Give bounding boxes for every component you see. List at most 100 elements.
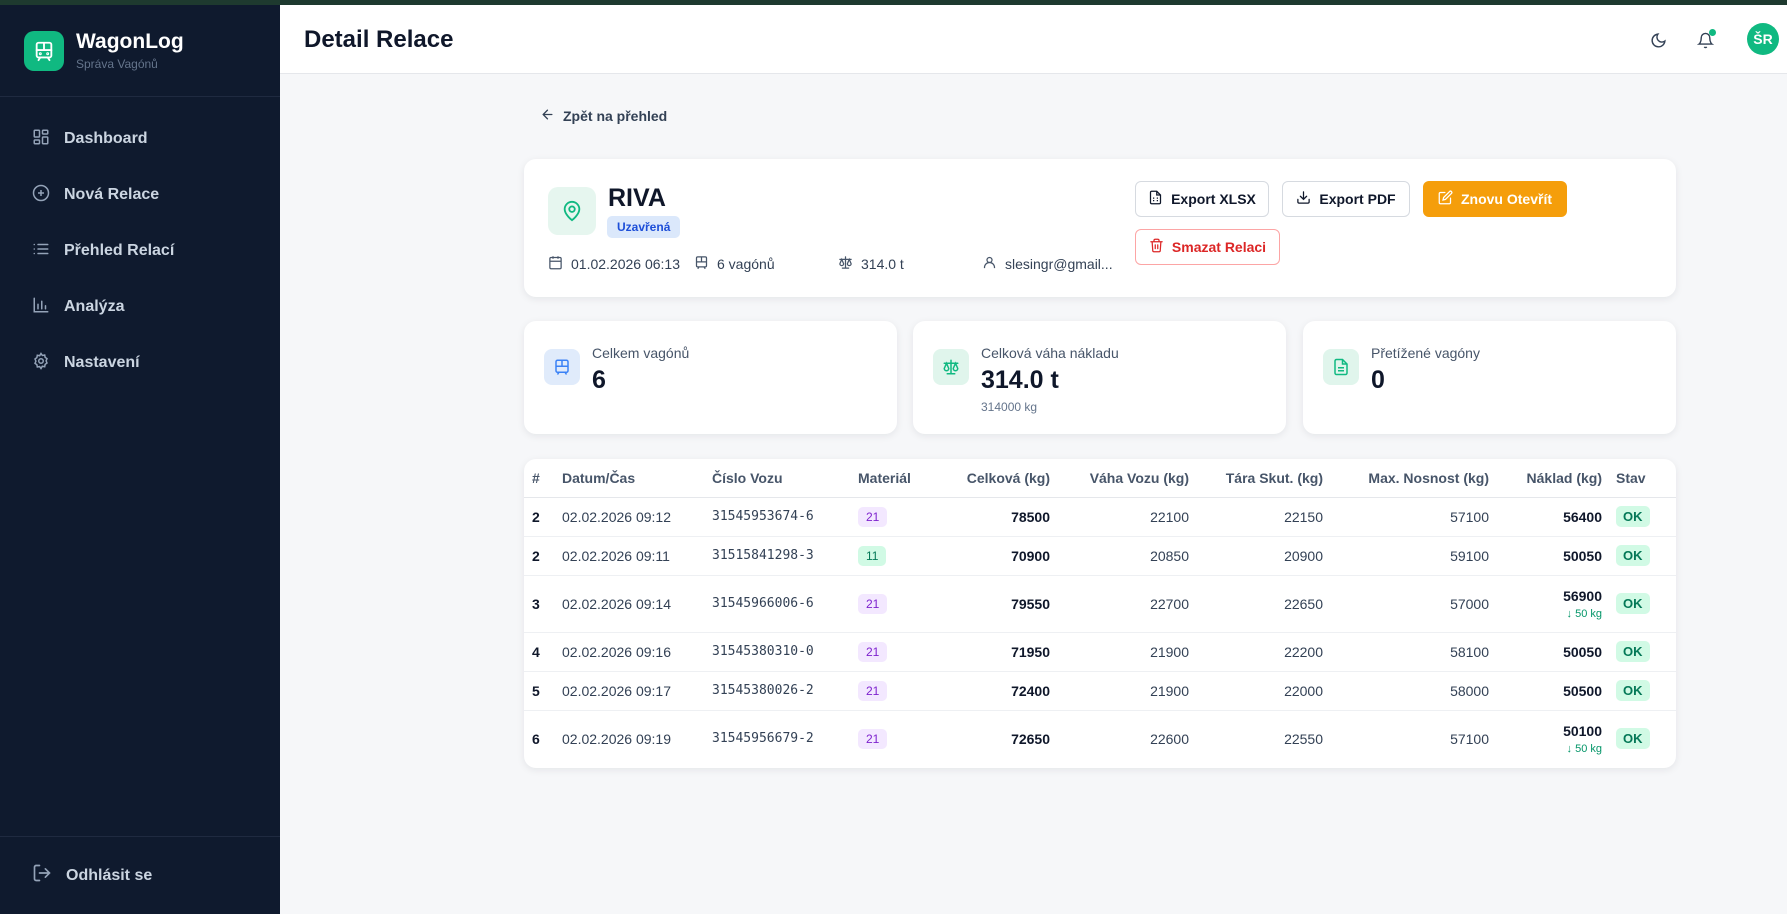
- load-value: 56400: [1563, 508, 1602, 525]
- cell-datetime: 02.02.2026 09:12: [562, 497, 712, 537]
- load-value: 50050: [1563, 643, 1602, 660]
- table-row[interactable]: 2 02.02.2026 09:11 31515841298-3 11 7090…: [524, 536, 1676, 576]
- cell-status: OK: [1602, 575, 1676, 633]
- status-badge: Uzavřená: [607, 216, 681, 238]
- cell-total: 78500: [938, 497, 1050, 537]
- material-badge: 21: [858, 506, 888, 527]
- cell-load: 56400: [1489, 497, 1602, 537]
- col-header[interactable]: Tára Skut. (kg): [1189, 459, 1323, 498]
- load-value: 50100: [1563, 722, 1602, 739]
- meta-datetime-text: 01.02.2026 06:13: [571, 256, 680, 272]
- cell-index: 3: [524, 575, 562, 633]
- sidebar-item-relations-overview[interactable]: Přehled Relací: [0, 223, 280, 279]
- load-delta: ↓ 50 kg: [1566, 742, 1602, 755]
- cell-wagon-weight: 21900: [1050, 632, 1189, 672]
- cell-status: OK: [1602, 536, 1676, 576]
- export-pdf-label: Export PDF: [1319, 191, 1396, 207]
- stat-label: Celková váha nákladu: [981, 345, 1119, 361]
- status-badge: OK: [1616, 641, 1650, 662]
- sidebar-item-analysis[interactable]: Analýza: [0, 279, 280, 335]
- bell-icon[interactable]: [1694, 29, 1716, 51]
- export-xlsx-button[interactable]: Export XLSX: [1135, 181, 1269, 217]
- bar-chart-icon: [32, 296, 64, 319]
- table-row[interactable]: 3 02.02.2026 09:14 31545966006-6 21 7955…: [524, 575, 1676, 633]
- col-header[interactable]: Váha Vozu (kg): [1050, 459, 1189, 498]
- back-link[interactable]: Zpět na přehled: [540, 107, 667, 125]
- stat-value: 0: [1371, 366, 1385, 394]
- export-pdf-button[interactable]: Export PDF: [1282, 181, 1410, 217]
- arrow-left-icon: [540, 107, 563, 125]
- user-icon: [982, 255, 1005, 273]
- cell-wagon-weight: 21900: [1050, 671, 1189, 711]
- load-value: 50050: [1563, 547, 1602, 564]
- cell-load: 50050: [1489, 632, 1602, 672]
- cell-index: 2: [524, 497, 562, 537]
- status-badge: OK: [1616, 545, 1650, 566]
- app-subtitle: Správa Vagónů: [76, 57, 158, 71]
- cell-max-capacity: 58000: [1323, 671, 1489, 711]
- cell-car-number: 31545953674-6: [712, 497, 858, 537]
- col-header[interactable]: Stav: [1602, 459, 1676, 498]
- material-badge: 21: [858, 641, 888, 662]
- sidebar-nav: Dashboard Nová Relace Přehled Relací Ana…: [0, 111, 280, 391]
- col-header: #: [524, 459, 562, 498]
- relation-name: RIVA: [608, 184, 666, 212]
- scale-icon: [838, 255, 861, 273]
- cell-datetime: 02.02.2026 09:11: [562, 536, 712, 576]
- avatar[interactable]: ŠR: [1747, 23, 1779, 55]
- delete-relation-button[interactable]: Smazat Relaci: [1135, 229, 1280, 265]
- app-name: WagonLog: [76, 30, 184, 53]
- cell-load: 50050: [1489, 536, 1602, 576]
- table-row[interactable]: 2 02.02.2026 09:12 31545953674-6 21 7850…: [524, 497, 1676, 537]
- status-badge: OK: [1616, 680, 1650, 701]
- relation-info-card: RIVA Uzavřená 01.02.2026 06:13 6 vagónů …: [524, 159, 1676, 297]
- cell-wagon-weight: 22100: [1050, 497, 1189, 537]
- load-value: 56900: [1563, 587, 1602, 604]
- cell-car-number: 31545380310-0: [712, 632, 858, 672]
- sidebar-item-settings[interactable]: Nastavení: [0, 335, 280, 391]
- meta-user: slesingr@gmail...: [982, 255, 1113, 273]
- cell-datetime: 02.02.2026 09:16: [562, 632, 712, 672]
- sidebar-item-label: Nastavení: [64, 354, 140, 371]
- cell-status: OK: [1602, 497, 1676, 537]
- plus-circle-icon: [32, 184, 64, 207]
- cell-status: OK: [1602, 671, 1676, 711]
- sidebar-item-dashboard[interactable]: Dashboard: [0, 111, 280, 167]
- col-header[interactable]: Datum/Čas: [562, 459, 712, 498]
- cell-tare: 22000: [1189, 671, 1323, 711]
- stat-sub: 314000 kg: [981, 400, 1038, 414]
- calendar-icon: [548, 255, 571, 273]
- col-header[interactable]: Celková (kg): [938, 459, 1050, 498]
- stat-label: Přetížené vagóny: [1371, 345, 1480, 361]
- logout-button[interactable]: Odhlásit se: [0, 836, 280, 914]
- trash-icon: [1149, 238, 1172, 256]
- cell-max-capacity: 58100: [1323, 632, 1489, 672]
- material-badge: 11: [858, 545, 887, 566]
- sidebar-item-label: Nová Relace: [64, 186, 160, 203]
- stat-value: 314.0 t: [981, 366, 1059, 394]
- cell-status: OK: [1602, 632, 1676, 672]
- col-header[interactable]: Náklad (kg): [1489, 459, 1602, 498]
- cell-index: 2: [524, 536, 562, 576]
- col-header[interactable]: Číslo Vozu: [712, 459, 858, 498]
- cell-material: 21: [858, 575, 938, 633]
- meta-user-text: slesingr@gmail...: [1005, 256, 1113, 272]
- table-row[interactable]: 6 02.02.2026 09:19 31545956679-2 21 7265…: [524, 710, 1676, 767]
- col-header[interactable]: Materiál: [858, 459, 938, 498]
- cell-load: 50500: [1489, 671, 1602, 711]
- cell-datetime: 02.02.2026 09:14: [562, 575, 712, 633]
- table-row[interactable]: 5 02.02.2026 09:17 31545380026-2 21 7240…: [524, 671, 1676, 711]
- table-row[interactable]: 4 02.02.2026 09:16 31545380310-0 21 7195…: [524, 632, 1676, 672]
- col-header[interactable]: Max. Nosnost (kg): [1323, 459, 1489, 498]
- sidebar-item-label: Dashboard: [64, 130, 148, 147]
- moon-icon[interactable]: [1647, 29, 1669, 51]
- brand[interactable]: WagonLog Správa Vagónů: [0, 5, 280, 97]
- sidebar-item-label: Analýza: [64, 298, 125, 315]
- train-icon: [694, 255, 717, 273]
- stat-card-total-weight: Celková váha nákladu 314.0 t 314000 kg: [913, 321, 1286, 434]
- sidebar-item-new-relation[interactable]: Nová Relace: [0, 167, 280, 223]
- train-icon: [544, 349, 580, 385]
- cell-max-capacity: 57000: [1323, 575, 1489, 633]
- file-text-icon: [1323, 349, 1359, 385]
- reopen-button[interactable]: Znovu Otevřít: [1423, 181, 1567, 217]
